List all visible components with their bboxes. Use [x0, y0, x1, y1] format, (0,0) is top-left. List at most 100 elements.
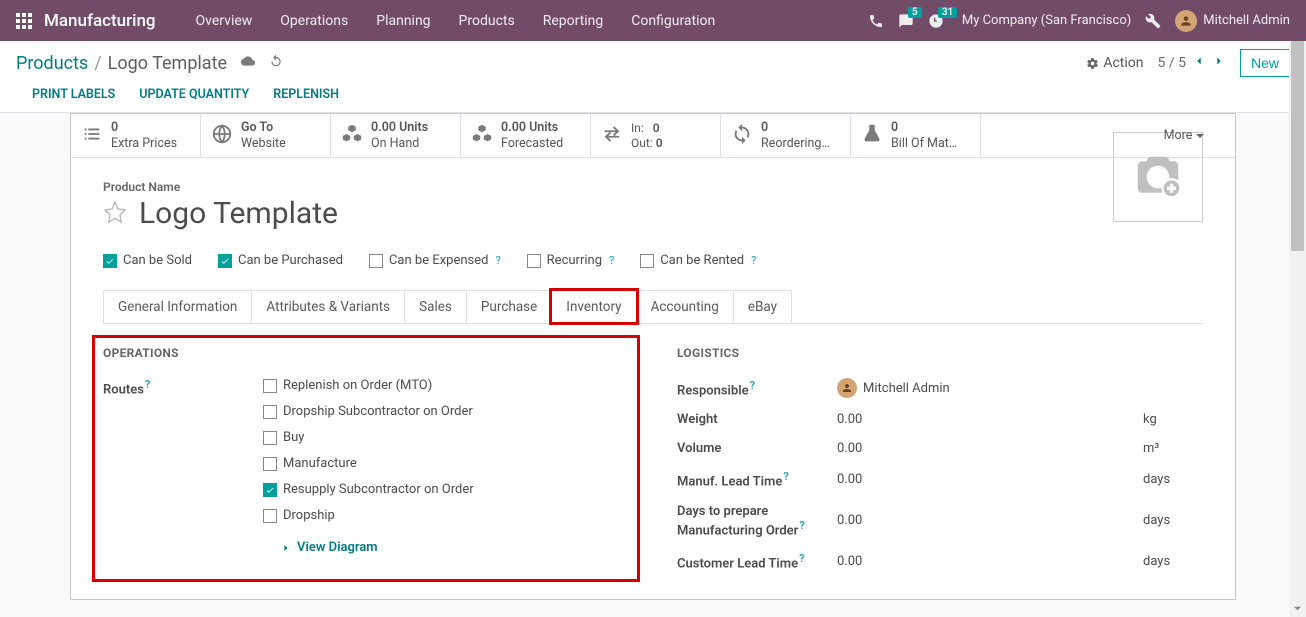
scrollbar[interactable]: [1289, 41, 1306, 617]
manuf-lead-time-label: Manuf. Lead Time: [677, 475, 782, 490]
new-button[interactable]: New: [1240, 49, 1290, 77]
messages-icon[interactable]: 5: [898, 13, 914, 29]
pager-text[interactable]: 5 / 5: [1158, 55, 1186, 71]
help-icon[interactable]: ?: [783, 470, 788, 483]
apps-icon[interactable]: [16, 13, 32, 29]
routes-label: Routes: [103, 383, 144, 398]
responsible-field[interactable]: Mitchell Admin: [837, 378, 1143, 398]
refresh-icon: [731, 123, 753, 149]
stat-go-to-website[interactable]: Go ToWebsite: [201, 114, 331, 157]
customer-lead-time-label: Customer Lead Time: [677, 556, 798, 571]
stat-reordering[interactable]: 0Reordering…: [721, 114, 851, 157]
voip-icon[interactable]: [868, 13, 884, 29]
flask-icon: [861, 123, 883, 149]
days-prepare-mo-field[interactable]: 0.00: [837, 513, 1143, 528]
stat-on-hand[interactable]: 0.00 UnitsOn Hand: [331, 114, 461, 157]
help-icon[interactable]: ?: [495, 254, 500, 267]
can-be-expensed-checkbox[interactable]: Can be Expensed?: [369, 253, 501, 268]
days-unit: days: [1143, 513, 1203, 528]
scroll-down-icon[interactable]: [1289, 600, 1306, 617]
systray: 5 31 My Company (San Francisco) Mitchell…: [868, 10, 1290, 32]
avatar: [837, 378, 857, 398]
help-icon[interactable]: ?: [751, 254, 756, 267]
tab-general-information[interactable]: General Information: [103, 290, 252, 323]
activities-badge: 31: [938, 7, 957, 18]
action-menu[interactable]: Action: [1086, 55, 1143, 71]
tab-sales[interactable]: Sales: [404, 290, 467, 323]
help-icon[interactable]: ?: [799, 552, 804, 565]
stat-forecasted[interactable]: 0.00 UnitsForecasted: [461, 114, 591, 157]
volume-field[interactable]: 0.00: [837, 441, 1143, 456]
responsible-label: Responsible: [677, 383, 749, 398]
volume-label: Volume: [677, 441, 837, 456]
breadcrumb-root[interactable]: Products: [16, 53, 88, 74]
discard-icon[interactable]: [269, 54, 283, 72]
debug-icon[interactable]: [1145, 13, 1161, 29]
caret-down-icon: [1196, 134, 1204, 138]
logistics-group: LOGISTICS Responsible? Mitchell Admin We…: [677, 346, 1203, 571]
pager-prev[interactable]: [1192, 54, 1206, 72]
route-dropship[interactable]: Dropship: [263, 508, 335, 523]
weight-label: Weight: [677, 412, 837, 427]
nav-products[interactable]: Products: [447, 9, 527, 33]
nav-configuration[interactable]: Configuration: [619, 9, 727, 33]
form-sheet: 0Extra Prices Go ToWebsite 0.00 UnitsOn …: [70, 113, 1236, 600]
tab-purchase[interactable]: Purchase: [466, 290, 552, 323]
view-diagram-link[interactable]: View Diagram: [281, 540, 378, 555]
product-name[interactable]: Logo Template: [139, 196, 338, 231]
recurring-checkbox[interactable]: Recurring?: [527, 253, 615, 268]
replenish-button[interactable]: REPLENISH: [273, 87, 339, 102]
favorite-star[interactable]: [103, 200, 127, 228]
stat-bom[interactable]: 0Bill Of Mat…: [851, 114, 981, 157]
stat-extra-prices[interactable]: 0Extra Prices: [71, 114, 201, 157]
tab-inventory[interactable]: Inventory: [551, 290, 636, 323]
nav-overview[interactable]: Overview: [184, 9, 265, 33]
activities-icon[interactable]: 31: [928, 13, 944, 29]
help-icon[interactable]: ?: [145, 378, 150, 391]
nav-operations[interactable]: Operations: [268, 9, 360, 33]
route-manufacture[interactable]: Manufacture: [263, 456, 357, 471]
scroll-thumb[interactable]: [1291, 41, 1304, 251]
volume-unit: m³: [1143, 441, 1203, 456]
customer-lead-time-field[interactable]: 0.00: [837, 554, 1143, 569]
nav-reporting[interactable]: Reporting: [531, 9, 616, 33]
nav-menu: Overview Operations Planning Products Re…: [184, 9, 728, 33]
route-resupply-subcontractor[interactable]: Resupply Subcontractor on Order: [263, 482, 474, 497]
pager-next[interactable]: [1212, 54, 1226, 72]
top-nav: Manufacturing Overview Operations Planni…: [0, 0, 1306, 41]
tab-ebay[interactable]: eBay: [733, 290, 792, 323]
help-icon[interactable]: ?: [609, 254, 614, 267]
route-buy[interactable]: Buy: [263, 430, 304, 445]
help-icon[interactable]: ?: [750, 379, 755, 392]
days-unit: days: [1143, 472, 1203, 487]
control-panel: Products / Logo Template Action 5 / 5 Ne…: [0, 41, 1306, 113]
stat-more[interactable]: More: [1133, 114, 1235, 157]
tab-accounting[interactable]: Accounting: [636, 290, 734, 323]
update-quantity-button[interactable]: UPDATE QUANTITY: [139, 87, 249, 102]
brand-label[interactable]: Manufacturing: [44, 11, 156, 31]
can-be-purchased-checkbox[interactable]: Can be Purchased: [218, 253, 343, 268]
route-replenish-on-order[interactable]: Replenish on Order (MTO): [263, 378, 432, 393]
notebook-tabs: General Information Attributes & Variant…: [103, 290, 1203, 324]
avatar: [1175, 10, 1197, 32]
company-switch[interactable]: My Company (San Francisco): [962, 13, 1131, 28]
can-be-sold-checkbox[interactable]: Can be Sold: [103, 253, 192, 268]
can-be-rented-checkbox[interactable]: Can be Rented?: [640, 253, 756, 268]
help-icon[interactable]: ?: [799, 519, 804, 532]
nav-planning[interactable]: Planning: [364, 9, 442, 33]
print-labels-button[interactable]: PRINT LABELS: [32, 87, 115, 102]
boxes-icon: [471, 123, 493, 149]
route-dropship-subcontractor[interactable]: Dropship Subcontractor on Order: [263, 404, 473, 419]
weight-field[interactable]: 0.00: [837, 412, 1143, 427]
messages-badge: 5: [908, 7, 922, 18]
user-menu[interactable]: Mitchell Admin: [1175, 10, 1290, 32]
user-name: Mitchell Admin: [1203, 13, 1290, 28]
manuf-lead-time-field[interactable]: 0.00: [837, 472, 1143, 487]
weight-unit: kg: [1143, 412, 1203, 427]
operations-group: OPERATIONS Routes? Replenish on Order (M…: [103, 346, 629, 571]
days-unit: days: [1143, 554, 1203, 569]
stat-in-out[interactable]: In: 0 Out: 0: [591, 114, 721, 157]
tab-attributes-variants[interactable]: Attributes & Variants: [251, 290, 405, 323]
operations-title: OPERATIONS: [103, 346, 629, 360]
save-cloud-icon[interactable]: [241, 54, 255, 72]
